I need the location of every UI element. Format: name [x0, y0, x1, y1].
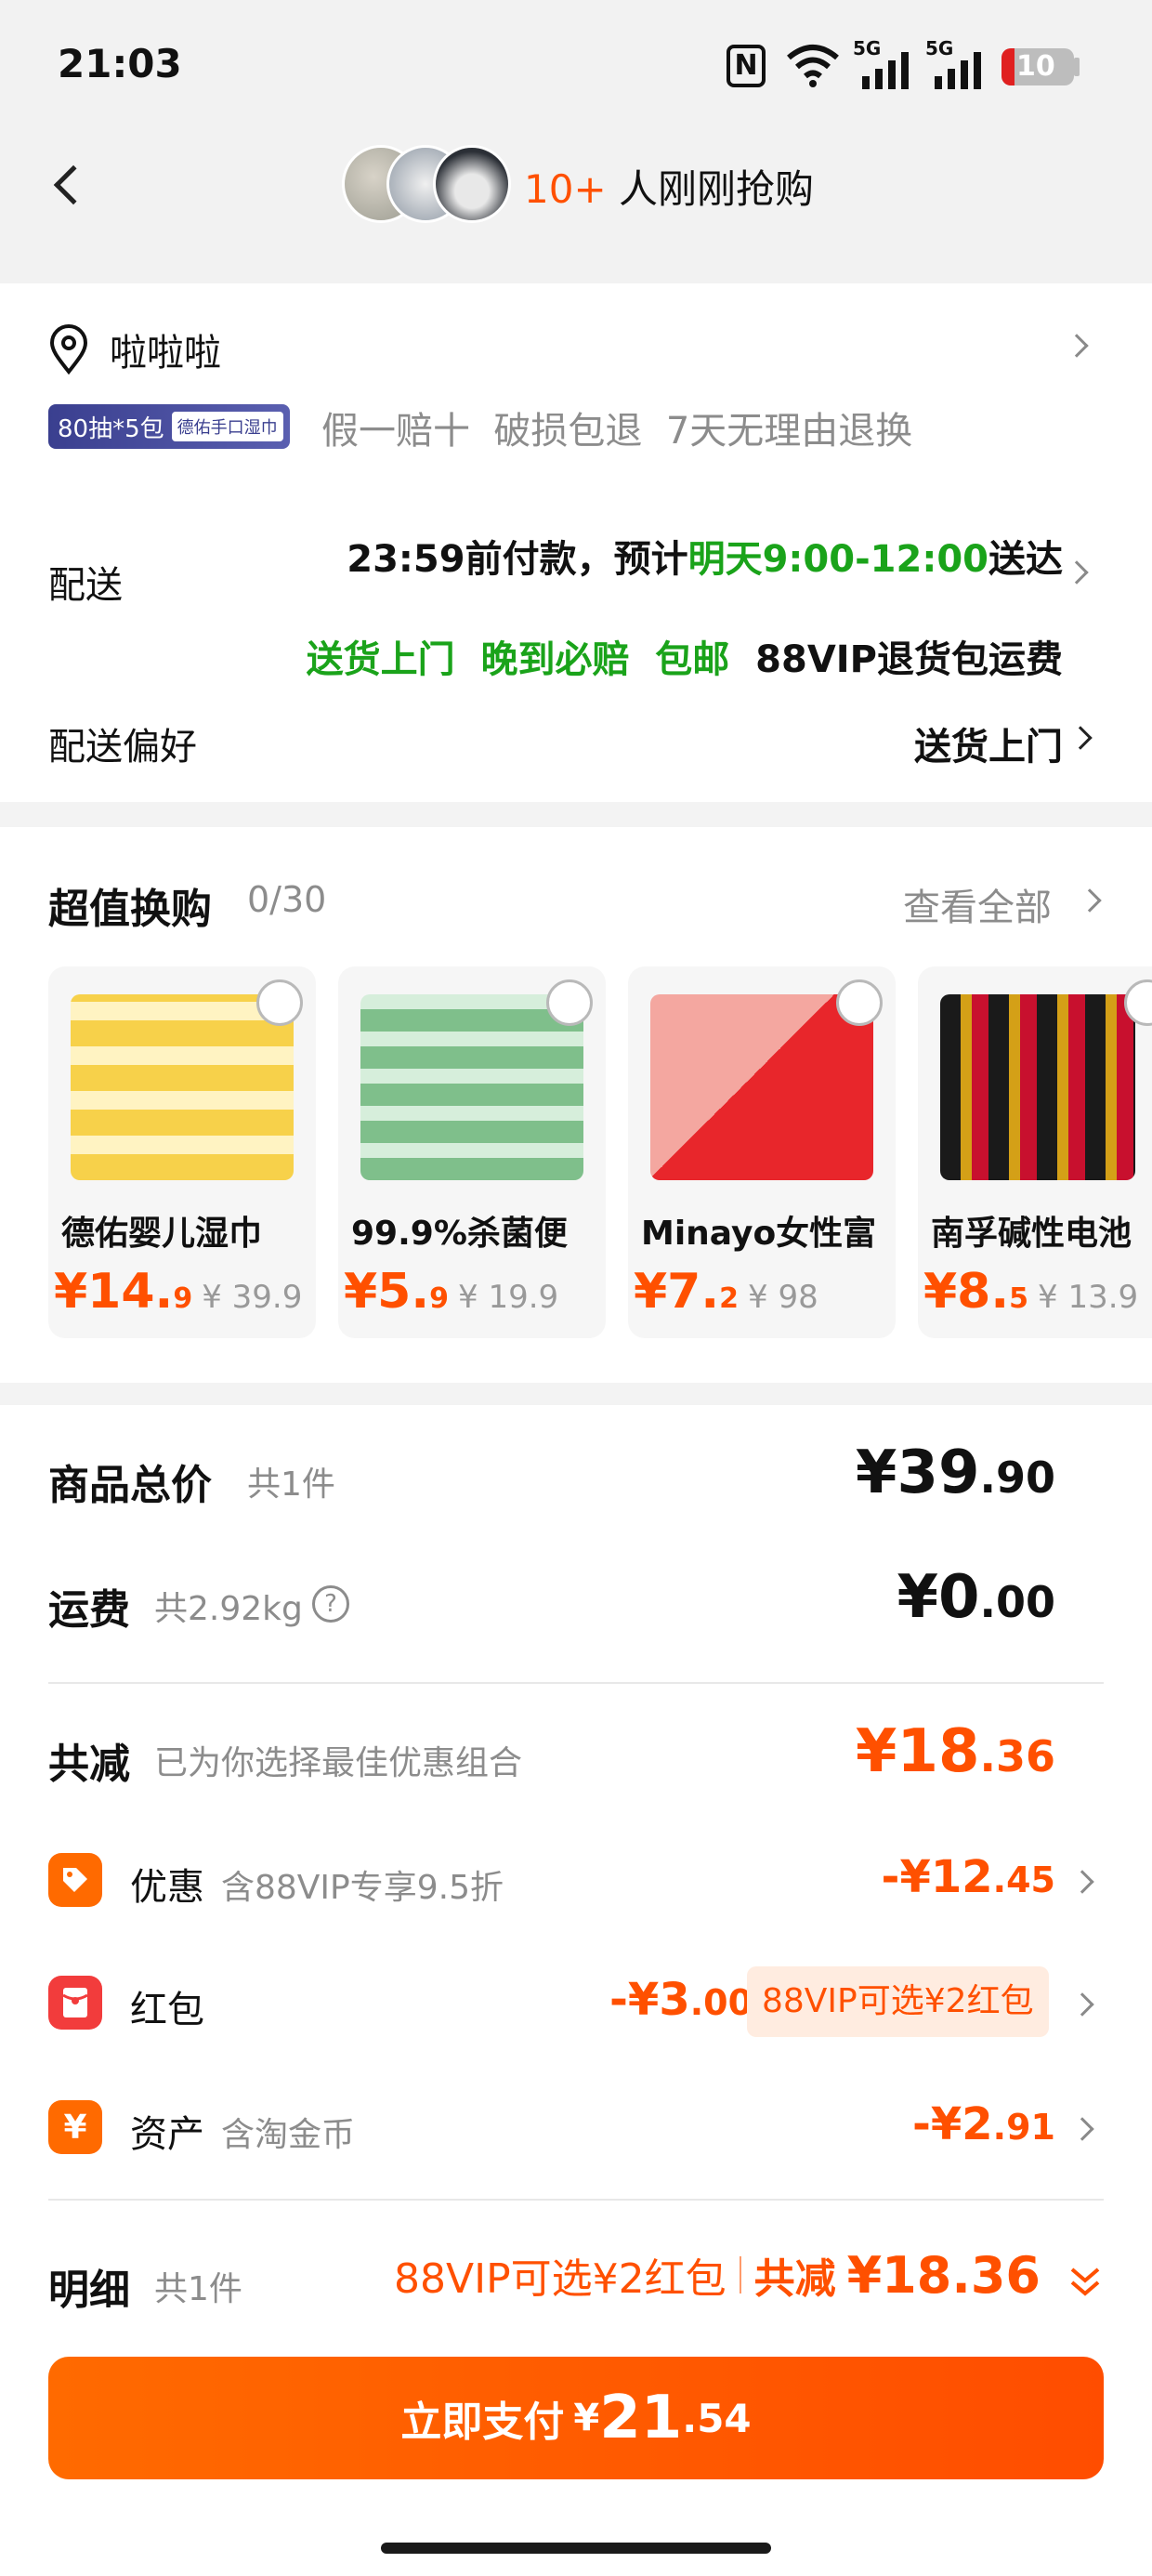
promo-label: 优惠 [130, 1866, 204, 1909]
select-radio[interactable] [546, 979, 593, 1026]
yen-coin-icon: ¥ [48, 2100, 102, 2154]
redpack-value[interactable]: -¥3.00 [609, 1974, 753, 2026]
shipping-value: ¥0.00 [897, 1563, 1055, 1632]
reduce-value: ¥18.36 [855, 1717, 1055, 1786]
address-delivery-section: 啦啦啦 80抽*5包 德佑手口湿巾 假一赔十 破损包退 7天无理由退换 配送 2… [0, 283, 1152, 802]
buyers-count: 10+ [524, 166, 607, 212]
address-name: 啦啦啦 [110, 332, 221, 375]
top-area: 21:03 N 5G 5G 10 10+ 人刚刚抢购 [0, 0, 1152, 283]
goods-total-label: 商品总价 [48, 1462, 212, 1509]
delivery-line1: 23:59前付款，预计明天9:00-12:00送达 [347, 538, 1063, 581]
asset-note: 含淘金币 [221, 2116, 356, 2154]
address-row[interactable]: 啦啦啦 [48, 317, 1107, 382]
goods-count: 共1件 [247, 1465, 335, 1504]
goods-total-value: ¥39.90 [855, 1439, 1055, 1507]
guarantees: 假一赔十 破损包退 7天无理由退换 [321, 410, 913, 453]
shipping-weight: 共2.92kg [154, 1590, 303, 1628]
reduce-label: 共减 [48, 1741, 130, 1788]
summary-section: 商品总价 共1件 ¥39.90 运费 共2.92kg ? ¥0.00 共减 已为… [0, 1405, 1152, 2576]
deal-price: ¥7.2 ¥ 98 [634, 1264, 818, 1320]
home-indicator [381, 2543, 771, 2554]
deal-price: ¥14.9 ¥ 39.9 [54, 1264, 303, 1320]
avatar [433, 145, 511, 223]
deal-name: 南孚碱性电池 [931, 1215, 1132, 1253]
redpack-label: 红包 [130, 1989, 204, 2031]
delivery-line2: 送货上门 晚到必赔 包邮 88VIP退货包运费 [306, 638, 1063, 681]
back-arrow-icon [53, 164, 94, 205]
help-icon[interactable]: ? [312, 1585, 349, 1623]
select-radio[interactable] [836, 979, 883, 1026]
promo-chevron-icon [1070, 1870, 1094, 1894]
asset-value[interactable]: -¥2.91 [912, 2098, 1055, 2150]
back-button[interactable] [46, 156, 94, 212]
deals-count: 0/30 [247, 879, 327, 920]
deal-name: 99.9%杀菌便 [351, 1215, 568, 1253]
buyers-banner: 10+ 人刚刚抢购 [524, 158, 814, 215]
delivery-pref-chevron-icon [1068, 726, 1093, 750]
product-image [940, 994, 1135, 1180]
wifi-icon [787, 45, 839, 87]
asset-label: 资产 [130, 2113, 204, 2156]
product-image [71, 994, 294, 1180]
delivery-chevron-icon[interactable] [1065, 560, 1089, 585]
redpack-vip-badge[interactable]: 88VIP可选¥2红包 [747, 1966, 1049, 2037]
redpack-chevron-icon [1070, 1992, 1094, 2017]
see-all-link[interactable]: 查看全部 [903, 877, 1052, 931]
deal-name: 德佑婴儿湿巾 [61, 1215, 263, 1253]
nfc-icon: N [727, 45, 766, 87]
status-time: 21:03 [58, 41, 182, 86]
detail-count: 共1件 [154, 2270, 242, 2308]
deal-name: Minayo女性富 [641, 1215, 877, 1253]
red-packet-icon [48, 1976, 102, 2030]
buyers-text: 人刚刚抢购 [619, 166, 815, 212]
delivery-pref-label: 配送偏好 [48, 726, 197, 769]
reduce-note: 已为你选择最佳优惠组合 [154, 1744, 523, 1782]
detail-summary[interactable]: 88VIP可选¥2红包 共减 ¥18.36 [394, 2245, 1041, 2305]
product-image [650, 994, 873, 1180]
shipping-label: 运费 [48, 1586, 130, 1634]
delivery-pref-value[interactable]: 送货上门 [914, 716, 1063, 770]
tag-icon [48, 1853, 102, 1907]
battery-icon: 10 [1001, 48, 1074, 85]
deal-card[interactable]: 99.9%杀菌便 ¥5.9 ¥ 19.9 [338, 966, 606, 1338]
divider [48, 1682, 1104, 1684]
battery-tip [1074, 58, 1080, 76]
deal-price: ¥5.9 ¥ 19.9 [344, 1264, 559, 1320]
deal-card[interactable]: 南孚碱性电池 ¥8.5 ¥ 13.9 [918, 966, 1152, 1338]
see-all-chevron-icon [1078, 888, 1102, 913]
product-image [360, 994, 583, 1180]
deals-title: 超值换购 [48, 886, 212, 933]
deal-price: ¥8.5 ¥ 13.9 [923, 1264, 1139, 1320]
detail-label: 明细 [48, 2267, 130, 2314]
deal-card[interactable]: 德佑婴儿湿巾 ¥14.9 ¥ 39.9 [48, 966, 316, 1338]
buyer-avatars [342, 145, 515, 223]
select-radio[interactable] [256, 979, 303, 1026]
promo-value[interactable]: -¥12.45 [882, 1851, 1055, 1903]
promo-note: 含88VIP专享9.5折 [221, 1869, 504, 1907]
signal-2-icon: 5G [925, 37, 985, 89]
location-pin-icon [49, 324, 88, 375]
pay-now-button[interactable]: 立即支付 ¥ 21 .54 [48, 2357, 1104, 2479]
delivery-label: 配送 [48, 564, 123, 607]
deal-card[interactable]: Minayo女性富 ¥7.2 ¥ 98 [628, 966, 896, 1338]
expand-chevron-icon[interactable] [1067, 2264, 1104, 2301]
product-tag: 80抽*5包 德佑手口湿巾 [48, 404, 290, 449]
divider [48, 2199, 1104, 2201]
signal-1-icon: 5G [853, 37, 912, 89]
asset-chevron-icon [1070, 2117, 1094, 2141]
